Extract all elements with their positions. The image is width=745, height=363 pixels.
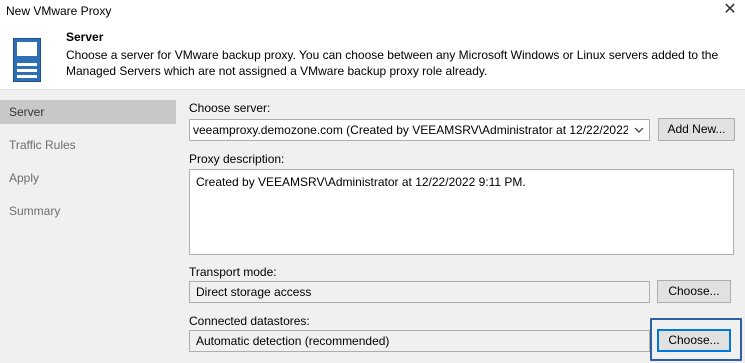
sidebar-item-summary[interactable]: Summary xyxy=(0,199,176,223)
connected-datastores-label: Connected datastores: xyxy=(189,314,310,328)
transport-mode-field: Direct storage access xyxy=(189,281,650,303)
choose-transport-mode-button[interactable]: Choose... xyxy=(657,280,731,303)
choose-server-label: Choose server: xyxy=(189,101,271,115)
sidebar-item-traffic-rules[interactable]: Traffic Rules xyxy=(0,133,176,157)
server-select-value: veeamproxy.demozone.com (Created by VEEA… xyxy=(193,123,628,137)
transport-mode-label: Transport mode: xyxy=(189,265,277,279)
title-bar: New VMware Proxy ✕ xyxy=(0,0,745,24)
server-icon xyxy=(13,38,41,82)
wizard-header: Server Choose a server for VMware backup… xyxy=(0,24,745,90)
proxy-description-label: Proxy description: xyxy=(189,152,285,166)
step-title: Server xyxy=(66,30,104,44)
add-new-server-button[interactable]: Add New... xyxy=(658,118,735,141)
sidebar-item-server[interactable]: Server xyxy=(0,100,176,124)
step-description: Choose a server for VMware backup proxy.… xyxy=(66,48,719,78)
close-icon[interactable]: ✕ xyxy=(721,1,739,19)
sidebar-item-apply[interactable]: Apply xyxy=(0,166,176,190)
server-select[interactable]: veeamproxy.demozone.com (Created by VEEA… xyxy=(189,119,650,141)
window-title: New VMware Proxy xyxy=(6,4,112,18)
wizard-steps-sidebar: Server Traffic Rules Apply Summary xyxy=(0,90,179,363)
connected-datastores-field: Automatic detection (recommended) xyxy=(189,330,650,352)
proxy-description-input[interactable]: Created by VEEAMSRV\Administrator at 12/… xyxy=(189,169,734,255)
chevron-down-icon[interactable] xyxy=(631,122,647,138)
highlight-frame xyxy=(650,318,742,361)
